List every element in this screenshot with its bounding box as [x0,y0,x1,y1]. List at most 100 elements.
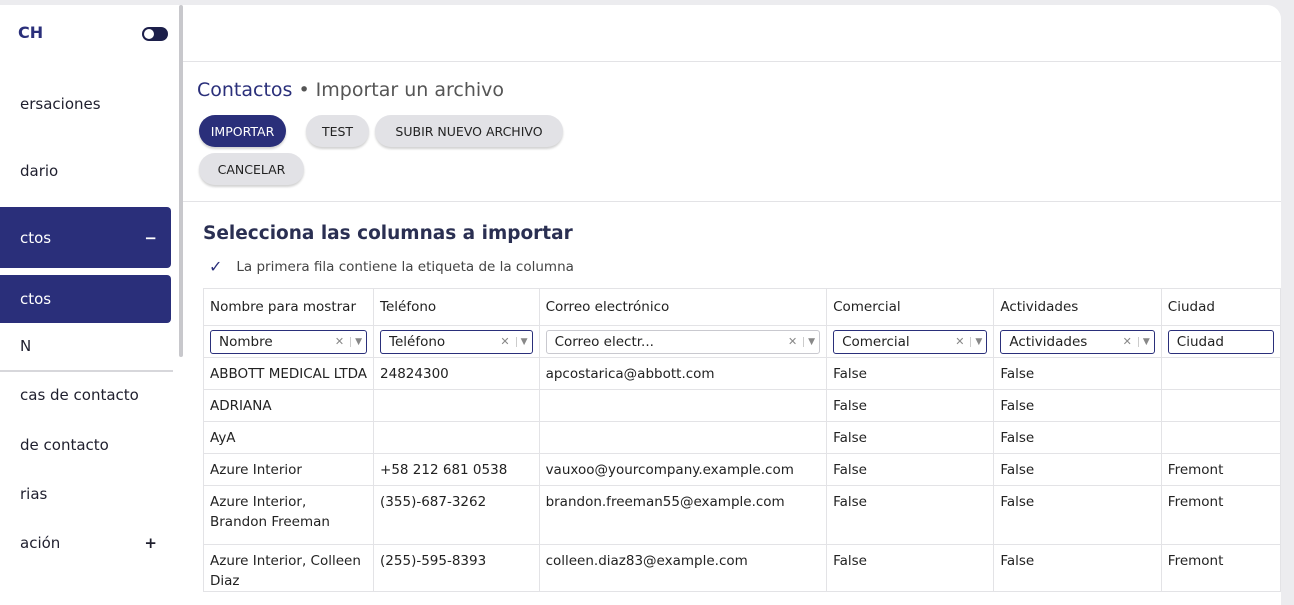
import-preview-table: Nombre para mostrar Teléfono Correo electr… [202,288,1281,592]
expand-icon[interactable]: + [144,534,157,552]
table-row: ABBOTT MEDICAL LTDA 24824300 apcostarica@a… [202,357,1281,390]
column-header: Correo electrónico [538,288,828,326]
sidebar-item-2[interactable]: ctos − [0,207,171,268]
column-header: Actividades [993,288,1162,326]
sidebar-item-label: cas de contacto [20,386,139,404]
field-mapping-value: Nombre [219,333,273,350]
table-cell: Fremont [1160,485,1281,545]
mapping-cell: Comercial ✕ ▼ [826,325,995,358]
mapping-cell: Correo electr... ✕ ▼ [538,325,828,358]
table-cell [1160,421,1281,454]
sidebar-item-7[interactable]: rias [0,475,171,513]
chevron-down-icon[interactable]: ▼ [1137,336,1150,347]
table-cell: Azure Interior, Colleen Diaz [202,544,375,592]
column-header: Nombre para mostrar [202,288,375,326]
test-button[interactable]: TEST [306,115,369,147]
table-cell: False [826,357,995,390]
column-header: Ciudad [1160,288,1281,326]
column-header: Teléfono [373,288,540,326]
upload-new-file-button[interactable]: SUBIR NUEVO ARCHIVO [375,115,563,147]
table-cell: False [826,453,995,486]
field-mapping-value: Actividades [1009,333,1088,350]
sidebar-item-label: ersaciones [20,95,101,113]
chevron-down-icon[interactable]: ▼ [350,336,362,347]
column-header: Comercial [826,288,995,326]
field-mapping-select[interactable]: Ciudad [1167,329,1274,354]
mapping-cell: Teléfono ✕ ▼ [373,325,540,358]
breadcrumb-current: Importar un archivo [315,79,505,101]
section-title: Selecciona las columnas a importar [203,223,573,244]
field-mapping-select[interactable]: Nombre ✕ ▼ [210,329,368,354]
sidebar-item-4[interactable]: N [0,327,171,365]
mapping-cell: Nombre ✕ ▼ [202,325,375,358]
main-content: Contactos • Importar un archivo IMPORTAR T… [183,5,1281,605]
table-cell: brandon.freeman55@example.com [538,485,828,545]
sidebar-item-1[interactable]: dario [0,151,171,191]
table-cell: False [993,485,1162,545]
sidebar-divider [0,370,173,372]
sidebar-item-label: ctos [20,290,52,308]
table-cell: False [826,485,995,545]
sidebar-item-label: ación [20,534,61,552]
sidebar-item-6[interactable]: de contacto [0,425,171,465]
field-mapping-select[interactable]: Correo electr... ✕ ▼ [545,329,821,354]
breadcrumb-separator: • [298,79,310,101]
table-cell [1160,389,1281,422]
field-mapping-select[interactable]: Actividades ✕ ▼ [1000,329,1155,354]
collapse-icon[interactable]: − [144,229,157,247]
table-cell [373,389,540,422]
table-cell: +58 212 681 0538 [373,453,540,486]
table-cell: ABBOTT MEDICAL LTDA [202,357,375,390]
sidebar-item-label: dario [20,162,59,180]
chevron-down-icon[interactable]: ▼ [970,336,982,347]
table-cell: False [993,357,1162,390]
clear-icon[interactable]: ✕ [335,335,344,348]
table-cell: Fremont [1160,544,1281,592]
sidebar-item-label: de contacto [20,436,109,454]
toggle-icon[interactable] [142,27,168,41]
table-cell [1160,357,1281,390]
clear-icon[interactable]: ✕ [500,335,509,348]
section-divider [183,201,1281,202]
clear-icon[interactable]: ✕ [1123,335,1132,348]
table-row: Azure Interior, Colleen Diaz (255)-595-83… [202,544,1281,592]
clear-icon[interactable]: ✕ [955,335,964,348]
cancel-button[interactable]: CANCELAR [199,153,304,185]
table-cell: 24824300 [373,357,540,390]
table-row: Azure Interior, Brandon Freeman (355)-687… [202,485,1281,545]
import-button[interactable]: IMPORTAR [199,115,286,147]
table-cell: AyA [202,421,375,454]
table-cell: (255)-595-8393 [373,544,540,592]
clear-icon[interactable]: ✕ [788,335,797,348]
breadcrumb-contactos[interactable]: Contactos [197,79,292,101]
table-cell: False [826,544,995,592]
sidebar-item-8[interactable]: ación + [0,523,171,563]
first-row-header-option[interactable]: ✓ La primera fila contiene la etiqueta d… [209,257,574,276]
checkmark-icon[interactable]: ✓ [209,257,222,276]
sidebar-item-3[interactable]: ctos [0,275,171,323]
sidebar-item-label: rias [20,485,48,503]
table-cell: vauxoo@yourcompany.example.com [538,453,828,486]
field-mapping-select[interactable]: Comercial ✕ ▼ [833,329,988,354]
brand-logo: CH [18,23,44,42]
chevron-down-icon[interactable]: ▼ [515,336,528,347]
table-cell: (355)-687-3262 [373,485,540,545]
field-mapping-value: Teléfono [389,333,446,350]
table-header-row: Nombre para mostrar Teléfono Correo electr… [202,288,1281,326]
table-cell: False [993,389,1162,422]
table-cell [373,421,540,454]
sidebar: CH ersaciones dario ctos − ctos Ncas de conta… [0,5,176,605]
mapping-cell: Actividades ✕ ▼ [993,325,1162,358]
sidebar-item-5[interactable]: cas de contacto [0,375,171,415]
table-cell: Azure Interior, Brandon Freeman [202,485,375,545]
table-cell: apcostarica@abbott.com [538,357,828,390]
breadcrumb: Contactos • Importar un archivo [197,79,504,101]
table-cell [538,421,828,454]
chevron-down-icon[interactable]: ▼ [803,336,815,347]
table-cell: Azure Interior [202,453,375,486]
table-row: Azure Interior +58 212 681 0538 vauxoo@you… [202,453,1281,486]
sidebar-item-0[interactable]: ersaciones [0,84,171,124]
field-mapping-value: Comercial [842,333,910,350]
table-row: AyA False False [202,421,1281,454]
field-mapping-select[interactable]: Teléfono ✕ ▼ [380,329,533,354]
